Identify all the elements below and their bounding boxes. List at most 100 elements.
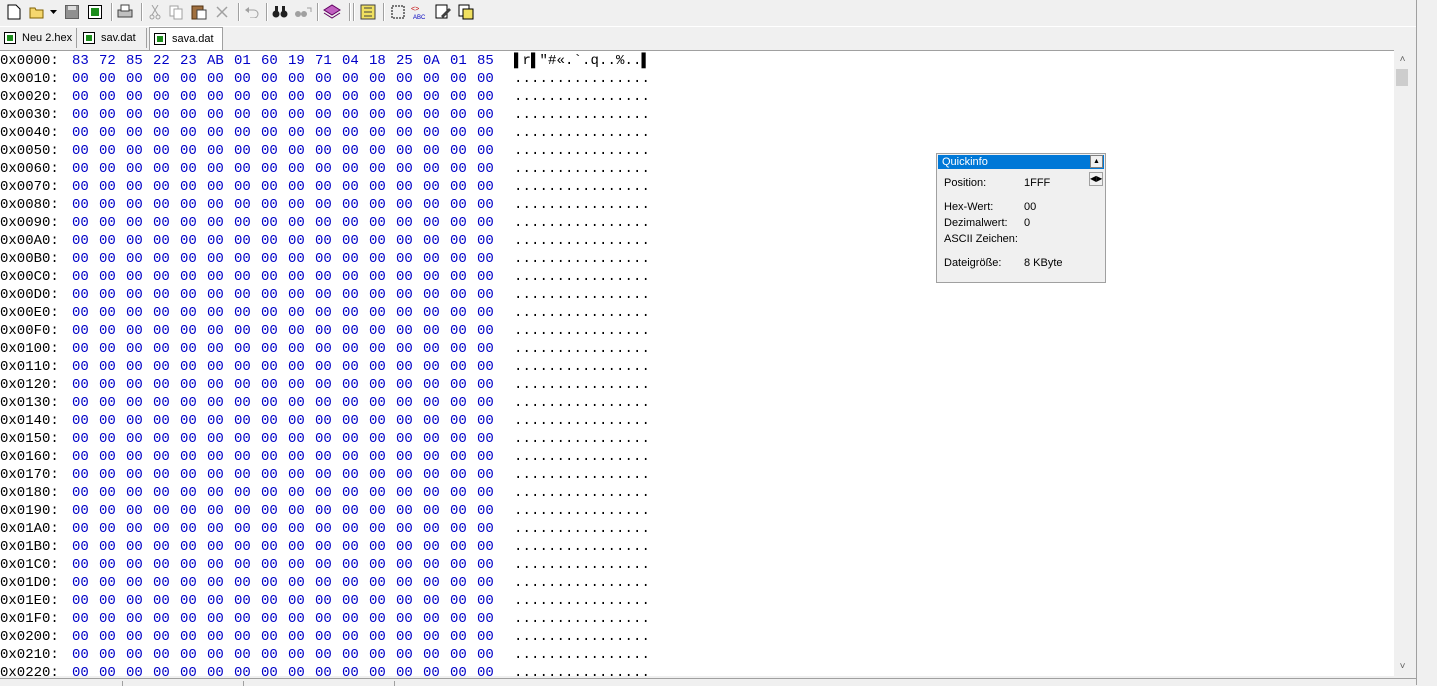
- hex-byte[interactable]: 00: [315, 196, 342, 214]
- hex-byte[interactable]: 00: [477, 304, 504, 322]
- hex-byte[interactable]: 00: [234, 70, 261, 88]
- hex-byte[interactable]: 00: [288, 88, 315, 106]
- hex-byte[interactable]: 00: [180, 70, 207, 88]
- ascii-text[interactable]: ................: [514, 106, 664, 124]
- hex-byte[interactable]: 00: [72, 592, 99, 610]
- hex-byte[interactable]: 00: [261, 448, 288, 466]
- hex-byte[interactable]: 00: [450, 268, 477, 286]
- hex-byte[interactable]: 00: [234, 394, 261, 412]
- hex-byte[interactable]: 00: [234, 484, 261, 502]
- hex-byte[interactable]: 00: [396, 160, 423, 178]
- hex-byte[interactable]: 00: [450, 124, 477, 142]
- hex-byte[interactable]: 00: [396, 88, 423, 106]
- hex-byte[interactable]: 00: [153, 340, 180, 358]
- hex-byte[interactable]: 00: [234, 88, 261, 106]
- hex-byte[interactable]: 00: [207, 88, 234, 106]
- hex-byte[interactable]: 00: [261, 466, 288, 484]
- hex-byte[interactable]: 00: [477, 268, 504, 286]
- hex-byte[interactable]: 00: [315, 430, 342, 448]
- hex-byte[interactable]: AB: [207, 52, 234, 70]
- hex-byte[interactable]: 00: [180, 484, 207, 502]
- hex-byte[interactable]: 00: [396, 610, 423, 628]
- hex-byte[interactable]: 00: [234, 592, 261, 610]
- hex-byte[interactable]: 00: [450, 538, 477, 556]
- hex-byte[interactable]: 00: [288, 502, 315, 520]
- hex-byte[interactable]: 00: [126, 592, 153, 610]
- hex-byte[interactable]: 00: [423, 268, 450, 286]
- hex-byte[interactable]: 00: [396, 142, 423, 160]
- hex-byte[interactable]: 00: [342, 214, 369, 232]
- hex-byte[interactable]: 00: [369, 448, 396, 466]
- hex-byte[interactable]: 00: [477, 88, 504, 106]
- hex-byte[interactable]: 00: [126, 196, 153, 214]
- hex-byte[interactable]: 00: [99, 574, 126, 592]
- hex-byte[interactable]: 00: [423, 340, 450, 358]
- hex-byte[interactable]: 00: [207, 610, 234, 628]
- hex-byte[interactable]: 00: [126, 646, 153, 664]
- hex-byte[interactable]: 00: [369, 628, 396, 646]
- hex-byte[interactable]: 00: [153, 88, 180, 106]
- hex-byte[interactable]: 00: [153, 664, 180, 676]
- hex-byte[interactable]: 00: [342, 142, 369, 160]
- hex-byte[interactable]: 00: [234, 304, 261, 322]
- hex-byte[interactable]: 00: [450, 196, 477, 214]
- hex-byte[interactable]: 00: [423, 178, 450, 196]
- ascii-text[interactable]: ................: [514, 268, 664, 286]
- hex-byte[interactable]: 00: [234, 160, 261, 178]
- hex-byte[interactable]: 00: [261, 376, 288, 394]
- hex-byte[interactable]: 00: [99, 502, 126, 520]
- hex-byte[interactable]: 00: [369, 214, 396, 232]
- hex-byte[interactable]: 00: [261, 214, 288, 232]
- paste-icon[interactable]: [189, 2, 209, 22]
- hex-byte[interactable]: 00: [180, 628, 207, 646]
- hex-byte[interactable]: 00: [234, 610, 261, 628]
- hex-byte[interactable]: 00: [180, 304, 207, 322]
- ascii-text[interactable]: ................: [514, 88, 664, 106]
- hex-byte[interactable]: 00: [315, 286, 342, 304]
- hex-byte[interactable]: 00: [396, 268, 423, 286]
- hex-byte[interactable]: 00: [207, 214, 234, 232]
- hex-byte[interactable]: 00: [261, 160, 288, 178]
- hex-byte[interactable]: 00: [126, 502, 153, 520]
- hex-byte[interactable]: 00: [315, 574, 342, 592]
- hex-byte[interactable]: 00: [450, 484, 477, 502]
- hex-byte[interactable]: 00: [99, 178, 126, 196]
- hex-byte[interactable]: 00: [369, 646, 396, 664]
- hex-byte[interactable]: 00: [207, 286, 234, 304]
- hex-byte[interactable]: 00: [72, 142, 99, 160]
- hex-byte[interactable]: 00: [315, 520, 342, 538]
- delete-icon[interactable]: [212, 2, 232, 22]
- hex-byte[interactable]: 00: [234, 268, 261, 286]
- hex-byte[interactable]: 00: [207, 412, 234, 430]
- hex-byte[interactable]: 00: [207, 106, 234, 124]
- ascii-text[interactable]: ................: [514, 430, 664, 448]
- hex-byte[interactable]: 00: [126, 394, 153, 412]
- hex-byte[interactable]: 00: [396, 520, 423, 538]
- ascii-text[interactable]: ................: [514, 610, 664, 628]
- hex-byte[interactable]: 00: [126, 340, 153, 358]
- hex-byte[interactable]: 00: [369, 376, 396, 394]
- hex-byte[interactable]: 00: [342, 322, 369, 340]
- ascii-text[interactable]: ................: [514, 592, 664, 610]
- hex-byte[interactable]: 00: [207, 268, 234, 286]
- hex-byte[interactable]: 00: [99, 664, 126, 676]
- hex-byte[interactable]: 00: [234, 232, 261, 250]
- hex-byte[interactable]: 19: [288, 52, 315, 70]
- hex-byte[interactable]: 00: [288, 70, 315, 88]
- hex-byte[interactable]: 00: [261, 394, 288, 412]
- hex-byte[interactable]: 00: [261, 628, 288, 646]
- hex-byte[interactable]: 00: [369, 664, 396, 676]
- hex-byte[interactable]: 00: [342, 592, 369, 610]
- hex-byte[interactable]: 00: [207, 70, 234, 88]
- hex-byte[interactable]: 00: [180, 430, 207, 448]
- ascii-text[interactable]: ................: [514, 520, 664, 538]
- hex-byte[interactable]: 00: [288, 160, 315, 178]
- hex-byte[interactable]: 00: [126, 520, 153, 538]
- hex-byte[interactable]: 00: [315, 466, 342, 484]
- hex-byte[interactable]: 00: [423, 376, 450, 394]
- hex-byte[interactable]: 00: [477, 430, 504, 448]
- hex-byte[interactable]: 00: [99, 142, 126, 160]
- hex-byte[interactable]: 00: [261, 664, 288, 676]
- hex-byte[interactable]: 00: [396, 448, 423, 466]
- hex-byte[interactable]: 00: [315, 448, 342, 466]
